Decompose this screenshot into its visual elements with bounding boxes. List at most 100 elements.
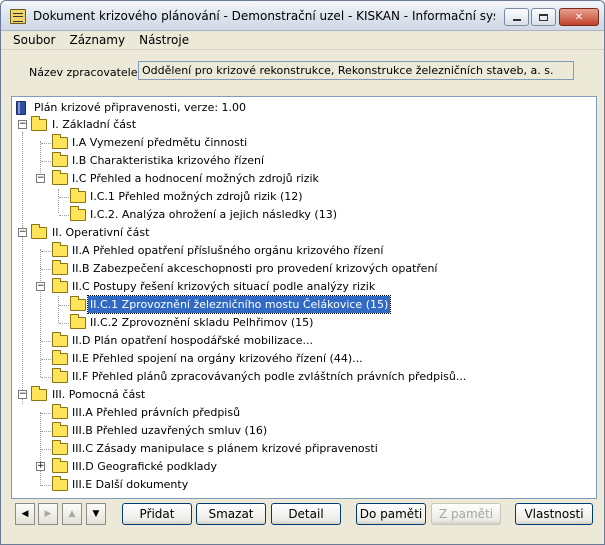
tree-line bbox=[59, 197, 69, 198]
tree-root[interactable]: Plán krizové připravenosti, verze: 1.00 bbox=[16, 99, 316, 117]
nav-up-button[interactable]: ▲ bbox=[62, 503, 82, 525]
menu-bar: Soubor Záznamy Nástroje bbox=[1, 31, 604, 50]
processor-field: Oddělení pro krizové rekonstrukce, Rekon… bbox=[138, 61, 574, 80]
tree-node-label: I.A Vymezení předmětu činnosti bbox=[72, 136, 248, 149]
tree-node-label: II.E Přehled spojení na orgány krizového… bbox=[72, 352, 363, 365]
tree-node[interactable]: I.B Charakteristika krizového řízení bbox=[12, 152, 312, 170]
folder-icon bbox=[52, 170, 68, 185]
folder-icon bbox=[52, 368, 68, 383]
expand-icon[interactable]: + bbox=[36, 462, 45, 471]
tree-node-label: III.C Zásady manipulace s plánem krizové… bbox=[72, 442, 378, 455]
folder-icon bbox=[52, 134, 68, 149]
tree-line bbox=[41, 431, 51, 432]
tree-line bbox=[41, 377, 51, 378]
to-memory-button[interactable]: Do paměti bbox=[356, 503, 426, 525]
delete-button[interactable]: Smazat bbox=[196, 503, 266, 525]
tree-node[interactable]: III.E Další dokumenty bbox=[12, 476, 412, 494]
collapse-icon[interactable]: − bbox=[36, 282, 45, 291]
collapse-icon[interactable]: − bbox=[18, 228, 27, 237]
title-bar[interactable]: Dokument krizového plánování - Demonstra… bbox=[1, 1, 604, 31]
collapse-icon[interactable]: − bbox=[18, 120, 27, 129]
tree-node[interactable]: − III. Pomocná část bbox=[12, 386, 312, 404]
processor-label: Název zpracovatele: bbox=[29, 66, 142, 79]
folder-icon bbox=[52, 476, 68, 491]
tree-line bbox=[59, 215, 69, 216]
tree-node-label: II.C.2 Zprovoznění skladu Pelhřimov (15) bbox=[90, 316, 314, 329]
maximize-button[interactable] bbox=[531, 8, 556, 26]
menu-soubor[interactable]: Soubor bbox=[13, 31, 55, 49]
tree-node-label: I.C.2. Analýza ohrožení a jejich následk… bbox=[90, 208, 338, 221]
tree-line bbox=[59, 323, 69, 324]
tree-node[interactable]: II.F Přehled plánů zpracovávaných podle … bbox=[12, 368, 532, 386]
tree-line bbox=[59, 305, 69, 306]
tree-line bbox=[41, 269, 51, 270]
tree-line bbox=[41, 413, 51, 414]
nav-down-button[interactable]: ▼ bbox=[86, 503, 106, 525]
tree-line bbox=[41, 161, 51, 162]
arrow-right-icon: ▶ bbox=[44, 509, 52, 519]
main-window: Dokument krizového plánování - Demonstra… bbox=[0, 0, 605, 545]
tree-node-label: II.C Postupy řešení krizových situací po… bbox=[72, 280, 376, 293]
tree-node[interactable]: − I. Základní část bbox=[12, 116, 312, 134]
menu-zaznamy[interactable]: Záznamy bbox=[69, 31, 125, 49]
folder-icon bbox=[52, 332, 68, 347]
tree-node[interactable]: + III.D Geografické podklady bbox=[12, 458, 412, 476]
collapse-icon[interactable]: − bbox=[18, 390, 27, 399]
tree-line bbox=[41, 449, 51, 450]
tree-node[interactable]: III.A Přehled právních předpisů bbox=[12, 404, 412, 422]
tree-node[interactable]: − II. Operativní část bbox=[12, 224, 312, 242]
tree-node-label: I. Základní část bbox=[52, 118, 137, 131]
tree-node-label: I.B Charakteristika krizového řízení bbox=[72, 154, 265, 167]
folder-icon bbox=[70, 296, 86, 311]
close-button[interactable]: ✕ bbox=[559, 8, 599, 26]
folder-icon bbox=[52, 404, 68, 419]
tree-node[interactable]: III.C Zásady manipulace s plánem krizové… bbox=[12, 440, 462, 458]
tree-node[interactable]: − I.C Přehled a hodnocení možných zdrojů… bbox=[12, 170, 412, 188]
tree-node[interactable]: II.D Plán opatření hospodářské mobilizac… bbox=[12, 332, 512, 350]
tree-node-label: III. Pomocná část bbox=[52, 388, 146, 401]
tree-line bbox=[41, 251, 51, 252]
close-icon: ✕ bbox=[574, 11, 584, 23]
window-title: Dokument krizového plánování - Demonstra… bbox=[33, 9, 495, 23]
bottom-toolbar: ◀ ▶ ▲ ▼ Přidat Smazat Detail Do paměti Z… bbox=[11, 503, 597, 529]
folder-icon bbox=[70, 188, 86, 203]
detail-button[interactable]: Detail bbox=[271, 503, 341, 525]
tree-node-label: III.B Přehled uzavřených smluv (16) bbox=[72, 424, 268, 437]
tree-node-label: III.E Další dokumenty bbox=[72, 478, 189, 491]
tree-node[interactable]: II.A Přehled opatření příslušného orgánu… bbox=[12, 242, 512, 260]
arrow-up-icon: ▲ bbox=[68, 509, 76, 519]
minimize-button[interactable] bbox=[504, 8, 529, 26]
collapse-icon[interactable]: − bbox=[36, 174, 45, 183]
tree-node[interactable]: − II.C Postupy řešení krizových situací … bbox=[12, 278, 512, 296]
tree-node-selected[interactable]: II.C.1 Zprovoznění železničního mostu Če… bbox=[12, 295, 512, 314]
tree-node[interactable]: I.C.2. Analýza ohrožení a jejich následk… bbox=[12, 206, 412, 224]
add-button[interactable]: Přidat bbox=[122, 503, 192, 525]
tree-node[interactable]: II.C.2 Zprovoznění skladu Pelhřimov (15) bbox=[12, 314, 512, 332]
tree-root-label: Plán krizové připravenosti, verze: 1.00 bbox=[34, 101, 247, 114]
tree-node[interactable]: I.C.1 Přehled možných zdrojů rizik (12) bbox=[12, 188, 412, 206]
tree-node[interactable]: III.B Přehled uzavřených smluv (16) bbox=[12, 422, 412, 440]
folder-icon bbox=[52, 458, 68, 473]
tree-node-label: III.A Přehled právních předpisů bbox=[72, 406, 241, 419]
nav-right-button[interactable]: ▶ bbox=[38, 503, 58, 525]
tree-node[interactable]: II.E Přehled spojení na orgány krizového… bbox=[12, 350, 512, 368]
tree-node[interactable]: I.A Vymezení předmětu činnosti bbox=[12, 134, 312, 152]
from-memory-button[interactable]: Z paměti bbox=[431, 503, 501, 525]
folder-icon bbox=[31, 116, 47, 131]
menu-nastroje[interactable]: Nástroje bbox=[139, 31, 189, 49]
folder-icon bbox=[31, 224, 47, 239]
tree-node-label: II.B Zabezpečení akceschopnosti pro prov… bbox=[72, 262, 438, 275]
nav-left-button[interactable]: ◀ bbox=[15, 503, 35, 525]
arrow-left-icon: ◀ bbox=[21, 509, 29, 519]
folder-icon bbox=[52, 152, 68, 167]
folder-icon bbox=[31, 386, 47, 401]
tree-node[interactable]: II.B Zabezpečení akceschopnosti pro prov… bbox=[12, 260, 512, 278]
tree-node-label: II.F Přehled plánů zpracovávaných podle … bbox=[72, 370, 467, 383]
properties-button[interactable]: Vlastnosti bbox=[515, 503, 593, 525]
document-tree[interactable]: Plán krizové připravenosti, verze: 1.00 … bbox=[11, 96, 597, 499]
document-icon bbox=[10, 9, 26, 24]
folder-icon bbox=[52, 422, 68, 437]
folder-icon bbox=[52, 278, 68, 293]
folder-icon bbox=[52, 260, 68, 275]
tree-line bbox=[41, 359, 51, 360]
